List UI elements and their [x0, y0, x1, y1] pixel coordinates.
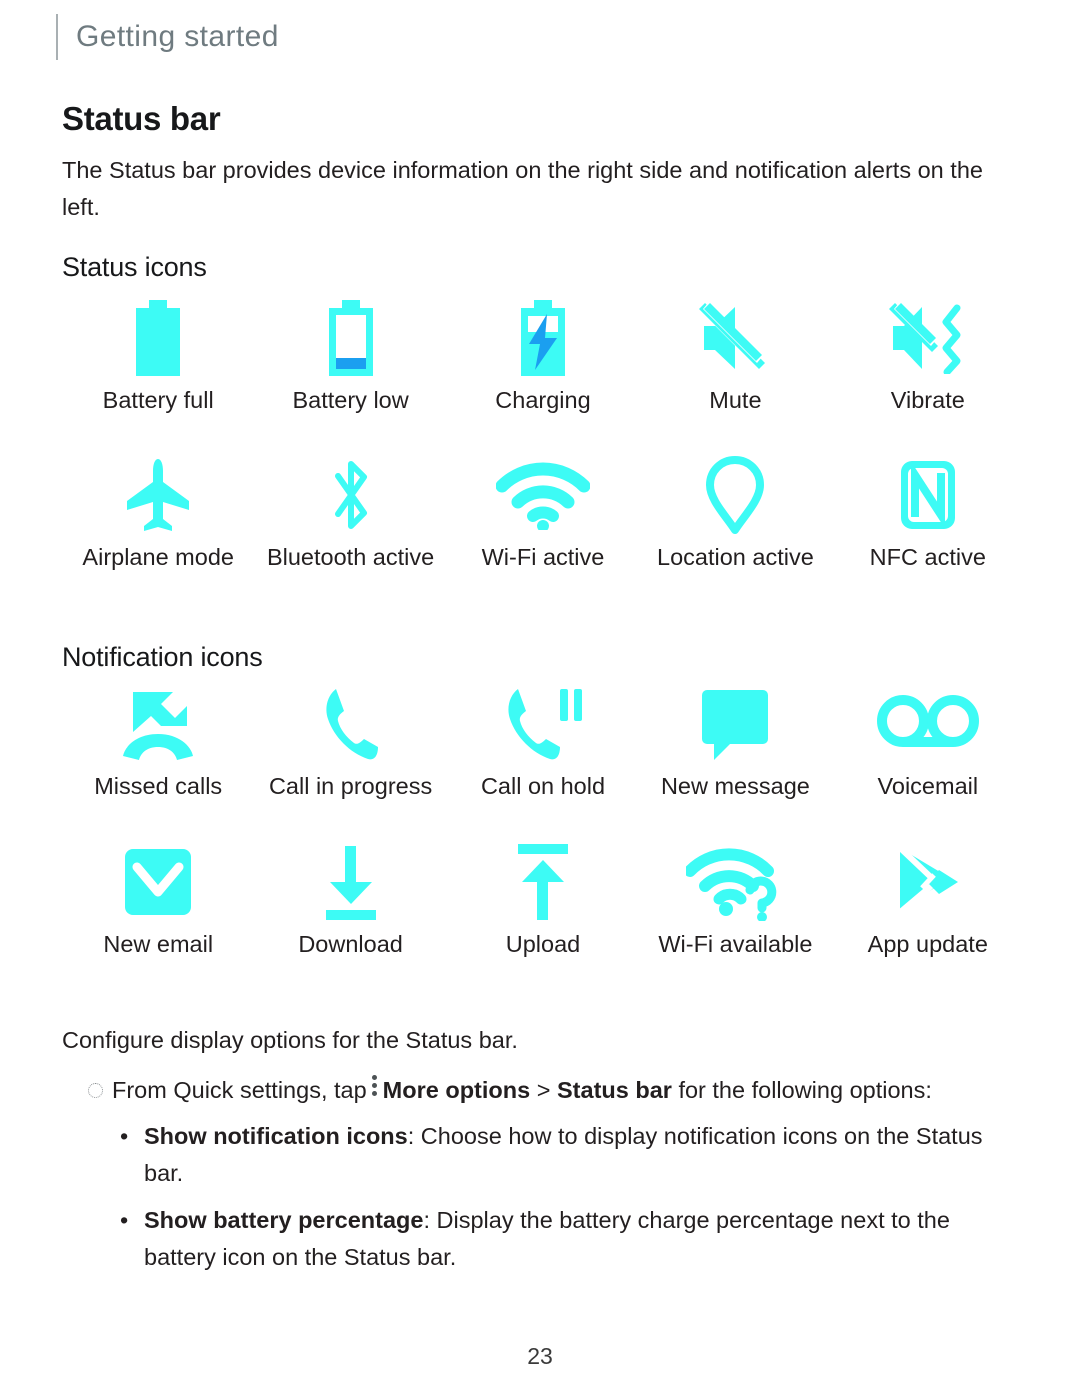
icon-cell-battery-full: Battery full: [62, 296, 254, 414]
icon-label: Wi-Fi active: [481, 544, 605, 570]
page-title: Status bar: [62, 100, 221, 137]
bullet-marker: •: [120, 1123, 129, 1149]
battery-full-icon: [128, 296, 188, 380]
icon-cell-wifi-active: Wi-Fi active: [447, 453, 639, 571]
options-bullet-list: • Show notification icons: Choose how to…: [120, 1118, 1028, 1286]
icon-label: Mute: [709, 387, 762, 413]
wifi-question-icon: [686, 840, 784, 924]
icon-label: Charging: [495, 387, 591, 413]
icon-cell-vibrate: Vibrate: [832, 296, 1024, 414]
status-icons-row-1: Battery full Battery low Charging Mute V…: [62, 296, 1024, 414]
notification-icons-row-2: New email Download Upload Wi-Fi availabl…: [62, 840, 1024, 958]
icon-cell-upload: Upload: [447, 840, 639, 958]
upload-arrow-icon: [510, 840, 576, 924]
more-options-label: More options: [382, 1077, 531, 1103]
bullet-term: Show notification icons: [144, 1123, 408, 1149]
icon-label: Call in progress: [268, 773, 433, 799]
icon-label: New email: [103, 931, 214, 957]
icon-cell-app-update: App update: [832, 840, 1024, 958]
icon-label: Wi-Fi available: [658, 931, 813, 957]
step-text: From Quick settings, tap More options > S…: [112, 1072, 1028, 1109]
configure-paragraph: Configure display options for the Status…: [62, 1027, 518, 1053]
bluetooth-icon: [324, 453, 378, 537]
phone-call-icon: [320, 682, 382, 766]
icon-cell-location-active: Location active: [639, 453, 831, 571]
volume-mute-icon: [699, 296, 771, 380]
icon-label: Airplane mode: [82, 544, 234, 570]
icon-label: Call on hold: [480, 773, 606, 799]
icon-cell-nfc-active: NFC active: [832, 453, 1024, 571]
bullet-term: Show battery percentage: [144, 1207, 424, 1233]
step-prefix: From Quick settings, tap: [112, 1077, 367, 1103]
status-icons-heading: Status icons: [62, 252, 207, 282]
icon-cell-new-email: New email: [62, 840, 254, 958]
notification-icons-row-1: Missed calls Call in progress Call on ho…: [62, 682, 1024, 800]
message-bubble-icon: [696, 682, 774, 766]
icon-cell-mute: Mute: [639, 296, 831, 414]
step-bullet-icon: [88, 1072, 112, 1098]
step-separator: >: [536, 1077, 551, 1103]
icon-label: New message: [660, 773, 810, 799]
battery-low-icon: [321, 296, 381, 380]
nfc-icon: [897, 453, 959, 537]
call-on-hold-icon: [502, 682, 584, 766]
more-options-icon[interactable]: [367, 1072, 383, 1099]
icon-label: Voicemail: [877, 773, 979, 799]
icon-label: Vibrate: [890, 387, 965, 413]
location-pin-icon: [706, 453, 765, 537]
icon-label: Download: [298, 931, 403, 957]
list-item: • Show notification icons: Choose how to…: [120, 1118, 1028, 1192]
list-item: • Show battery percentage: Display the b…: [120, 1202, 1028, 1276]
play-store-icon: [890, 840, 966, 924]
breadcrumb: Getting started: [56, 14, 279, 60]
bullet-body: Show notification icons: Choose how to d…: [144, 1118, 1028, 1192]
icon-cell-call-in-progress: Call in progress: [254, 682, 446, 800]
icon-cell-battery-low: Battery low: [254, 296, 446, 414]
missed-call-icon: [115, 682, 201, 766]
page-number: 23: [527, 1343, 553, 1369]
wifi-icon: [495, 453, 590, 537]
battery-charging-icon: [513, 296, 573, 380]
icon-label: NFC active: [869, 544, 986, 570]
icon-label: Upload: [505, 931, 581, 957]
icon-cell-airplane-mode: Airplane mode: [62, 453, 254, 571]
voicemail-icon: [876, 682, 980, 766]
breadcrumb-label: Getting started: [76, 20, 279, 53]
notification-icons-heading: Notification icons: [62, 642, 263, 672]
icon-label: Missed calls: [94, 773, 223, 799]
icon-label: Battery low: [292, 387, 409, 413]
icon-cell-voicemail: Voicemail: [832, 682, 1024, 800]
bullet-body: Show battery percentage: Display the bat…: [144, 1202, 1028, 1276]
status-bar-label: Status bar: [557, 1077, 672, 1103]
icon-cell-missed-calls: Missed calls: [62, 682, 254, 800]
icon-cell-download: Download: [254, 840, 446, 958]
icon-label: Battery full: [102, 387, 214, 413]
icon-label: Location active: [657, 544, 814, 570]
airplane-icon: [125, 453, 191, 537]
download-arrow-icon: [318, 840, 384, 924]
icon-cell-wifi-available: Wi-Fi available: [639, 840, 831, 958]
status-icons-row-2: Airplane mode Bluetooth active Wi-Fi act…: [62, 453, 1024, 571]
icon-label: App update: [867, 931, 988, 957]
icon-cell-bluetooth: Bluetooth active: [254, 453, 446, 571]
step-suffix: for the following options:: [678, 1077, 932, 1103]
quick-settings-step: From Quick settings, tap More options > S…: [88, 1072, 1028, 1109]
bullet-marker: •: [120, 1207, 129, 1233]
icon-label: Bluetooth active: [266, 544, 435, 570]
vibrate-icon: [888, 296, 967, 380]
icon-cell-call-on-hold: Call on hold: [447, 682, 639, 800]
envelope-icon: [121, 840, 195, 924]
intro-paragraph: The Status bar provides device informati…: [62, 157, 983, 220]
icon-cell-charging: Charging: [447, 296, 639, 414]
icon-cell-new-message: New message: [639, 682, 831, 800]
